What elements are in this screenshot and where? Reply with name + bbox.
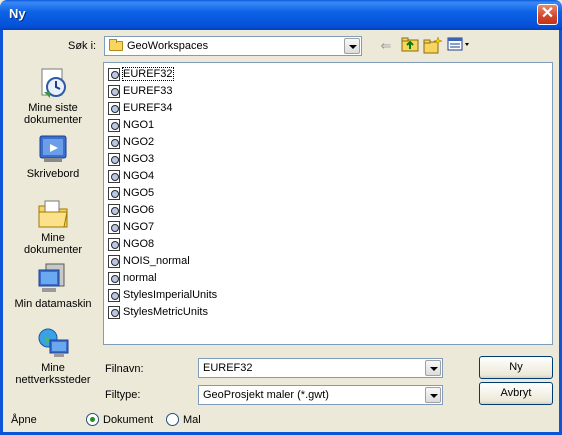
views-menu-icon[interactable] [447,36,471,56]
list-item[interactable]: NOIS_normal [108,253,190,269]
template-file-icon [108,237,120,251]
place-desktop[interactable]: Skrivebord [10,132,96,180]
list-item[interactable]: NGO1 [108,117,154,133]
template-file-icon [108,169,120,183]
file-name: NGO8 [123,238,155,250]
list-item[interactable]: NGO7 [108,219,154,235]
desktop-icon [36,132,70,166]
filename-label: Filnavn: [105,363,144,375]
radio-document[interactable] [86,413,99,426]
place-label: nettverkssteder [15,374,91,386]
template-file-icon [108,118,120,132]
new-folder-icon[interactable] [423,36,443,56]
place-label: Mine siste [28,102,78,114]
template-file-icon [108,135,120,149]
file-name: StylesImperialUnits [123,289,218,301]
file-name: NGO3 [123,153,155,165]
list-item[interactable]: StylesImperialUnits [108,287,217,303]
place-label: Mine [41,362,65,374]
list-item[interactable]: NGO3 [108,151,154,167]
file-list[interactable]: EUREF32 EUREF33 EUREF34 NGO1 NGO2 NGO3 N… [103,62,553,345]
radio-document-label: Dokument [103,414,154,426]
lookin-dropdown[interactable]: GeoWorkspaces [104,36,362,56]
template-file-icon [108,101,120,115]
list-item[interactable]: normal [108,270,157,286]
chevron-down-icon[interactable] [425,360,441,376]
place-label: Skrivebord [26,168,80,180]
my-computer-icon [36,262,70,296]
file-name: NGO1 [123,119,155,131]
file-name: EUREF32 [122,67,174,81]
filetype-label: Filtype: [105,389,141,401]
template-file-icon [108,152,120,166]
file-name: NGO6 [123,204,155,216]
list-item[interactable]: NGO5 [108,185,154,201]
chevron-down-icon[interactable] [344,38,360,54]
file-name: EUREF34 [123,102,173,114]
list-item[interactable]: EUREF33 [108,83,173,99]
radio-template[interactable] [166,413,179,426]
file-name: NGO2 [123,136,155,148]
lookin-value: GeoWorkspaces [127,40,209,52]
filename-input[interactable]: EUREF32 [198,358,443,378]
my-documents-icon [36,196,70,230]
file-name: EUREF33 [123,85,173,97]
file-name: NGO5 [123,187,155,199]
template-file-icon [108,186,120,200]
title-bar: Ny ✕ [0,0,562,30]
file-name: NGO4 [123,170,155,182]
radio-template-label: Mal [183,414,201,426]
place-my-documents[interactable]: Mine dokumenter [10,196,96,256]
open-as-label: Åpne [11,414,37,426]
file-name: StylesMetricUnits [123,306,208,318]
place-label: dokumenter [23,114,83,126]
template-file-icon [108,288,120,302]
file-name: NOIS_normal [123,255,190,267]
template-file-icon [108,67,120,81]
window-title: Ny [9,6,26,21]
list-item[interactable]: EUREF32 [108,66,174,82]
filetype-dropdown[interactable]: GeoProsjekt maler (*.gwt) [198,385,443,405]
recent-documents-icon [36,66,70,100]
place-network-places[interactable]: Mine nettverkssteder [10,326,96,386]
template-file-icon [108,254,120,268]
new-button[interactable]: Ny [479,356,553,379]
cancel-button[interactable]: Avbryt [479,382,553,405]
template-file-icon [108,220,120,234]
list-item[interactable]: NGO4 [108,168,154,184]
template-file-icon [108,305,120,319]
template-file-icon [108,271,120,285]
filetype-value: GeoProsjekt maler (*.gwt) [203,389,329,401]
list-item[interactable]: EUREF34 [108,100,173,116]
list-item[interactable]: NGO2 [108,134,154,150]
lookin-label: Søk i: [68,40,97,52]
network-places-icon [36,326,70,360]
template-file-icon [108,84,120,98]
place-label: Min datamaskin [14,298,92,310]
back-icon[interactable]: ⇐ [376,36,396,56]
chevron-down-icon[interactable] [425,387,441,403]
list-item[interactable]: NGO6 [108,202,154,218]
close-button[interactable]: ✕ [537,4,558,25]
folder-icon [109,39,123,51]
place-label: Mine [41,232,65,244]
list-item[interactable]: StylesMetricUnits [108,304,208,320]
window-frame-left [0,30,3,435]
file-name: NGO7 [123,221,155,233]
close-icon: ✕ [540,5,555,22]
place-label: dokumenter [23,244,83,256]
template-file-icon [108,203,120,217]
file-name: normal [123,272,157,284]
up-folder-icon[interactable] [400,36,420,56]
place-my-computer[interactable]: Min datamaskin [10,262,96,310]
list-item[interactable]: NGO8 [108,236,154,252]
filename-value: EUREF32 [203,362,253,374]
place-recent-documents[interactable]: Mine siste dokumenter [10,66,96,126]
